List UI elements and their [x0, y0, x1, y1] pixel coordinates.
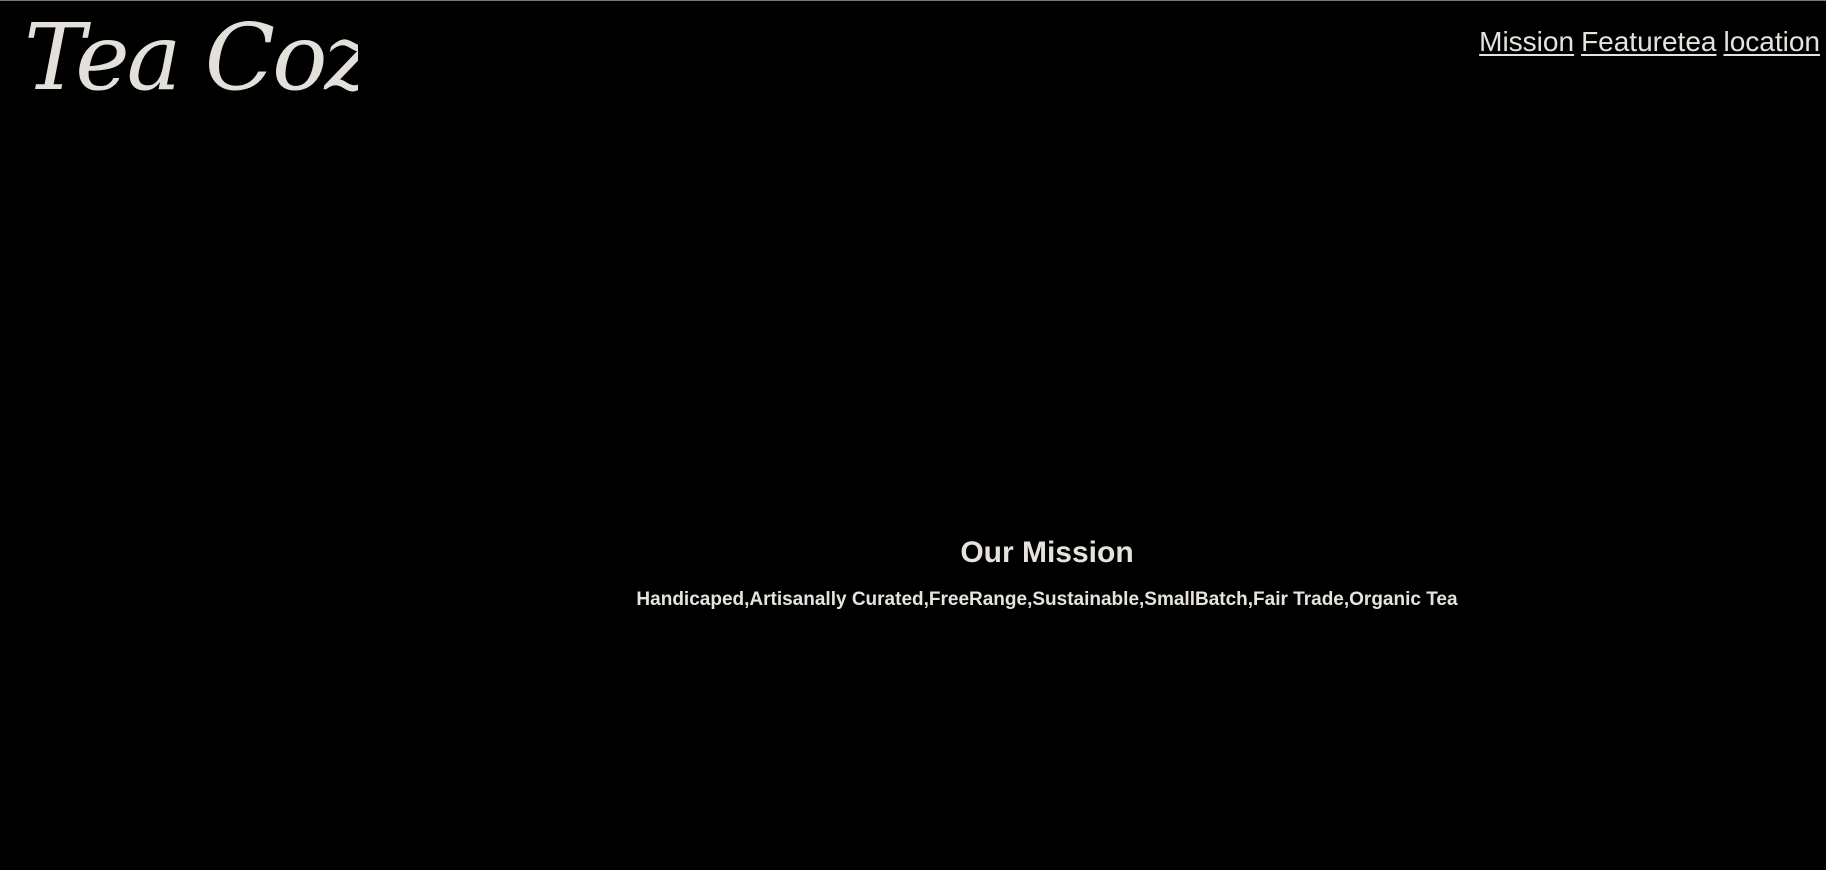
- logo-text: Tea Cozy: [24, 7, 358, 111]
- mission-section: Our Mission Handicaped,Artisanally Curat…: [0, 533, 1826, 613]
- mission-tagline: Handicaped,Artisanally Curated,FreeRange…: [636, 589, 1458, 610]
- logo-wordmark: Tea Cozy: [24, 7, 358, 111]
- main-nav: Mission Featuretea location: [1479, 26, 1820, 58]
- nav-link-featuretea[interactable]: Featuretea: [1581, 26, 1716, 58]
- mission-title: Our Mission: [960, 536, 1134, 569]
- nav-link-location[interactable]: location: [1723, 26, 1820, 58]
- site-header: Tea Cozy Mission Featuretea location: [0, 1, 1826, 131]
- tea-cozy-logo[interactable]: Tea Cozy: [22, 7, 358, 119]
- nav-link-mission[interactable]: Mission: [1479, 26, 1574, 58]
